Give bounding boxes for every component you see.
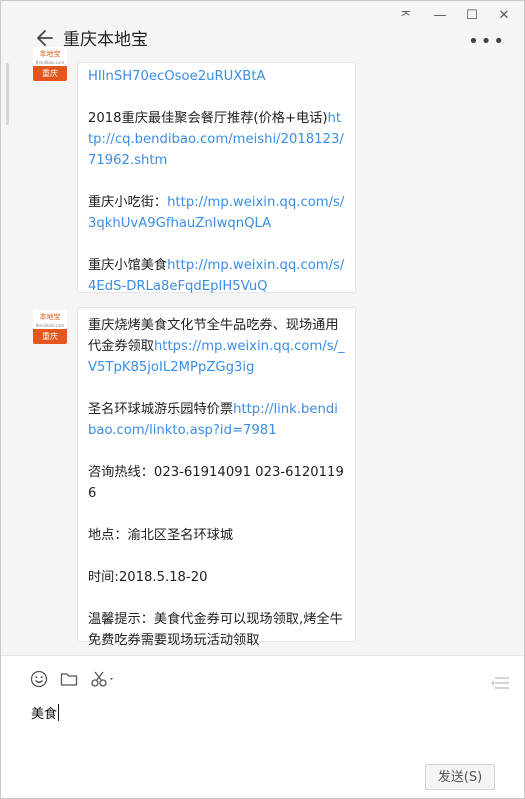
history-list-icon[interactable] xyxy=(490,675,510,689)
message-input[interactable]: 美食 xyxy=(31,703,60,722)
more-options-icon[interactable]: ••• xyxy=(468,31,506,52)
message-paragraph: 地点：渝北区圣名环球城 xyxy=(88,525,345,546)
title-bar: ᅎ — ☐ ✕ 重庆本地宝 ••• xyxy=(1,1,524,63)
folder-icon[interactable] xyxy=(58,668,80,690)
message-paragraph: 2018重庆最佳聚会餐厅推荐(价格+电话)http://cq.bendibao.… xyxy=(88,108,345,171)
text-caret xyxy=(58,704,60,721)
message-text: 重庆小馆美食 xyxy=(88,258,168,273)
message-bubble[interactable]: 重庆烧烤美食文化节全牛品吃券、现场通用代金券领取https://mp.weixi… xyxy=(77,307,356,648)
message-paragraph: HIlnSH70ecOsoe2uRUXBtA xyxy=(88,66,345,87)
message-text: 重庆小吃街： xyxy=(88,195,168,210)
message-paragraph: 重庆小馆美食http://mp.weixin.qq.com/s/4EdS-DRL… xyxy=(88,255,345,297)
close-icon[interactable]: ✕ xyxy=(488,1,520,29)
message-paragraph: 重庆小吃街：http://mp.weixin.qq.com/s/3qkhUvA9… xyxy=(88,192,345,234)
message-paragraph: 重庆烧烤美食文化节全牛品吃券、现场通用代金券领取https://mp.weixi… xyxy=(88,315,345,378)
avatar-city: 重庆 xyxy=(33,329,67,344)
avatar[interactable]: 本地宝 Bendibao.com 重庆 xyxy=(33,310,67,344)
emoji-icon[interactable] xyxy=(28,668,50,690)
message-text: 时间:2018.5.18-20 xyxy=(88,570,208,585)
message-text: 咨询热线：023-61914091 023-61201196 xyxy=(88,465,344,501)
chat-scrollbar[interactable] xyxy=(6,63,9,125)
message-bubble[interactable]: HIlnSH70ecOsoe2uRUXBtA 2018重庆最佳聚会餐厅推荐(价格+… xyxy=(77,62,356,294)
message-paragraph: 温馨提示：美食代金券可以现场领取,烤全牛免费吃券需要现场玩活动领取 xyxy=(88,609,345,651)
avatar-city: 重庆 xyxy=(33,66,67,81)
message-paragraph: 圣名环球城游乐园特价票http://link.bendibao.com/link… xyxy=(88,399,345,441)
maximize-icon[interactable]: ☐ xyxy=(456,1,488,29)
message-text: 温馨提示：美食代金券可以现场领取,烤全牛免费吃券需要现场玩活动领取 xyxy=(88,612,343,648)
message-link[interactable]: HIlnSH70ecOsoe2uRUXBtA xyxy=(88,69,266,84)
chat-title: 重庆本地宝 xyxy=(63,30,148,50)
typed-text: 美食 xyxy=(31,707,58,722)
avatar-sub: Bendibao.com xyxy=(35,60,65,65)
message-text: 圣名环球城游乐园特价票 xyxy=(88,402,234,417)
avatar-brand: 本地宝 xyxy=(39,50,61,58)
avatar-brand: 本地宝 xyxy=(39,313,61,321)
message-text: 2018重庆最佳聚会餐厅推荐(价格+电话) xyxy=(88,111,328,126)
avatar-sub: Bendibao.com xyxy=(35,323,65,328)
scissors-icon[interactable] xyxy=(89,668,119,690)
message-paragraph: 咨询热线：023-61914091 023-61201196 xyxy=(88,462,345,504)
minimize-icon[interactable]: — xyxy=(424,1,456,29)
avatar[interactable]: 本地宝 Bendibao.com 重庆 xyxy=(33,47,67,81)
send-button[interactable]: 发送(S) xyxy=(425,764,495,790)
pin-icon[interactable]: ᅎ xyxy=(390,1,422,29)
message-paragraph: 时间:2018.5.18-20 xyxy=(88,567,345,588)
message-text: 地点：渝北区圣名环球城 xyxy=(88,528,234,543)
chat-window: ᅎ — ☐ ✕ 重庆本地宝 ••• 本地宝 Bendibao.com 重庆 HIl… xyxy=(0,0,525,799)
